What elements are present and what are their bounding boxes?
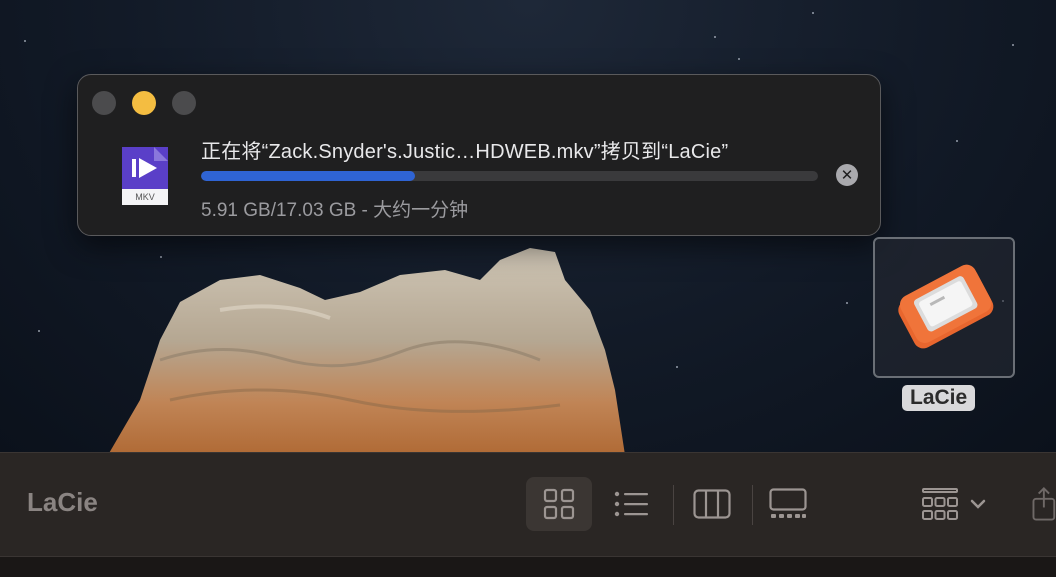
- star: [1012, 44, 1014, 46]
- copy-progress-fill: [201, 171, 416, 181]
- icon-view-button[interactable]: [526, 477, 592, 531]
- finder-content-edge: [0, 556, 1056, 577]
- window-close-button[interactable]: [92, 91, 116, 115]
- star: [738, 58, 740, 60]
- lacie-drive-icon[interactable]: [873, 237, 1015, 378]
- window-minimize-button[interactable]: [132, 91, 156, 115]
- copy-title: 正在将“Zack.Snyder's.Justic…HDWEB.mkv”拷贝到“L…: [201, 141, 729, 163]
- toolbar-separator: [673, 485, 674, 525]
- star: [38, 330, 40, 332]
- group-by-icon: [922, 488, 958, 520]
- copy-progress-bar: [201, 171, 818, 181]
- chevron-down-icon: [970, 499, 986, 509]
- copy-progress-window: MKV 正在将“Zack.Snyder's.Justic…HDWEB.mkv”拷…: [77, 74, 881, 236]
- lacie-drive-label[interactable]: LaCie: [902, 385, 976, 411]
- toolbar-separator: [752, 485, 753, 525]
- rock-formation-image: [109, 248, 625, 452]
- star: [812, 12, 814, 14]
- window-title: LaCie: [27, 487, 98, 517]
- gallery-view-icon: [769, 488, 807, 518]
- grid-view-icon: [543, 488, 575, 520]
- list-view-button[interactable]: [606, 477, 658, 531]
- file-badge-text: MKV: [135, 192, 155, 202]
- star: [714, 36, 716, 38]
- share-icon: [1032, 487, 1056, 521]
- group-by-button[interactable]: [914, 477, 994, 531]
- cancel-copy-button[interactable]: ✕: [836, 164, 858, 186]
- window-zoom-button[interactable]: [172, 91, 196, 115]
- column-view-button[interactable]: [688, 477, 736, 531]
- close-circle-icon: ✕: [840, 167, 854, 184]
- share-button[interactable]: [1030, 477, 1056, 531]
- finder-toolbar: LaCie: [0, 452, 1056, 557]
- star: [846, 302, 848, 304]
- star: [956, 140, 958, 142]
- copy-status-text: 5.91 GB/17.03 GB - 大约一分钟: [201, 200, 469, 221]
- mkv-file-icon: MKV: [120, 145, 170, 207]
- list-view-icon: [614, 491, 648, 517]
- column-view-icon: [693, 489, 731, 519]
- external-drive-icon: [898, 264, 994, 349]
- star: [24, 40, 26, 42]
- star: [676, 366, 678, 368]
- gallery-view-button[interactable]: [764, 477, 812, 531]
